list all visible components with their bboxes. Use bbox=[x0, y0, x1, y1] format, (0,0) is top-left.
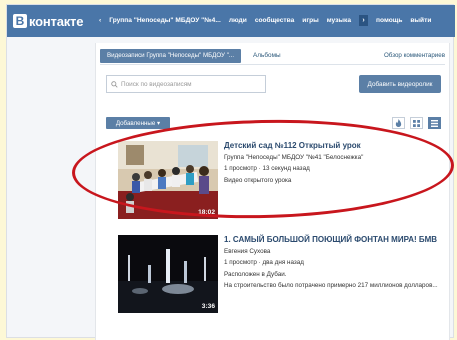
tab-videos[interactable]: Видеозаписи Группа "Непоседы" МБДОУ "... bbox=[100, 48, 242, 63]
video-thumbnail[interactable]: 3:36 bbox=[118, 235, 218, 313]
video-duration: 3:36 bbox=[201, 303, 215, 310]
list-view-button[interactable] bbox=[428, 117, 441, 129]
popular-view-button[interactable] bbox=[392, 117, 405, 129]
vk-logo[interactable]: В контакте bbox=[13, 13, 83, 29]
logo-mark: В bbox=[13, 14, 27, 28]
video-tabs: Видеозаписи Группа "Непоседы" МБДОУ "...… bbox=[100, 47, 445, 65]
fire-icon bbox=[395, 119, 402, 127]
nav-games-link[interactable]: игры bbox=[302, 17, 318, 24]
video-stats: 1 просмотр · два дня назад bbox=[224, 259, 304, 266]
list-icon bbox=[431, 119, 438, 127]
view-mode-switch bbox=[392, 117, 441, 129]
nav-music-link[interactable]: музыка bbox=[327, 17, 351, 24]
back-arrow-icon[interactable]: ‹ bbox=[99, 17, 101, 24]
nav-help-link[interactable]: помощь bbox=[376, 17, 402, 24]
tab-albums[interactable]: Альбомы bbox=[253, 52, 281, 59]
main-nav: ‹ Группа "Непоседы" МБДОУ "№4... люди со… bbox=[99, 15, 431, 26]
video-title[interactable]: 1. САМЫЙ БОЛЬШОЙ ПОЮЩИЙ ФОНТАН МИРА! БМВ bbox=[224, 235, 438, 244]
video-location: Расположен в Дубаи. bbox=[224, 271, 287, 278]
video-item[interactable]: 3:36 1. САМЫЙ БОЛЬШОЙ ПОЮЩИЙ ФОНТАН МИРА… bbox=[118, 235, 438, 317]
video-info: 1. САМЫЙ БОЛЬШОЙ ПОЮЩИЙ ФОНТАН МИРА! БМВ… bbox=[224, 235, 438, 289]
search-box bbox=[106, 75, 266, 93]
grid-icon bbox=[413, 119, 420, 127]
video-description: На строительство было потрачено примерно… bbox=[224, 282, 438, 289]
nav-communities-link[interactable]: сообщества bbox=[255, 17, 294, 24]
grid-view-button[interactable] bbox=[410, 117, 423, 129]
logo-text: контакте bbox=[29, 13, 84, 29]
fountain-thumbnail-image bbox=[118, 235, 218, 313]
add-video-button[interactable]: Добавить видеоролик bbox=[359, 75, 441, 93]
search-input[interactable] bbox=[121, 80, 261, 88]
video-author[interactable]: Евгения Сухова bbox=[224, 248, 438, 255]
sort-dropdown[interactable]: Добавленные ▾ bbox=[106, 117, 170, 129]
nav-people-link[interactable]: люди bbox=[229, 17, 247, 24]
search-icon bbox=[111, 80, 118, 88]
top-navigation-bar: В контакте ‹ Группа "Непоседы" МБДОУ "№4… bbox=[7, 5, 455, 37]
nav-group-link[interactable]: Группа "Непоседы" МБДОУ "№4... bbox=[109, 17, 221, 24]
tab-comments-overview[interactable]: Обзор комментариев bbox=[384, 52, 445, 59]
nav-logout-link[interactable]: выйти bbox=[410, 17, 431, 24]
nav-more-icon[interactable]: › bbox=[359, 15, 369, 26]
